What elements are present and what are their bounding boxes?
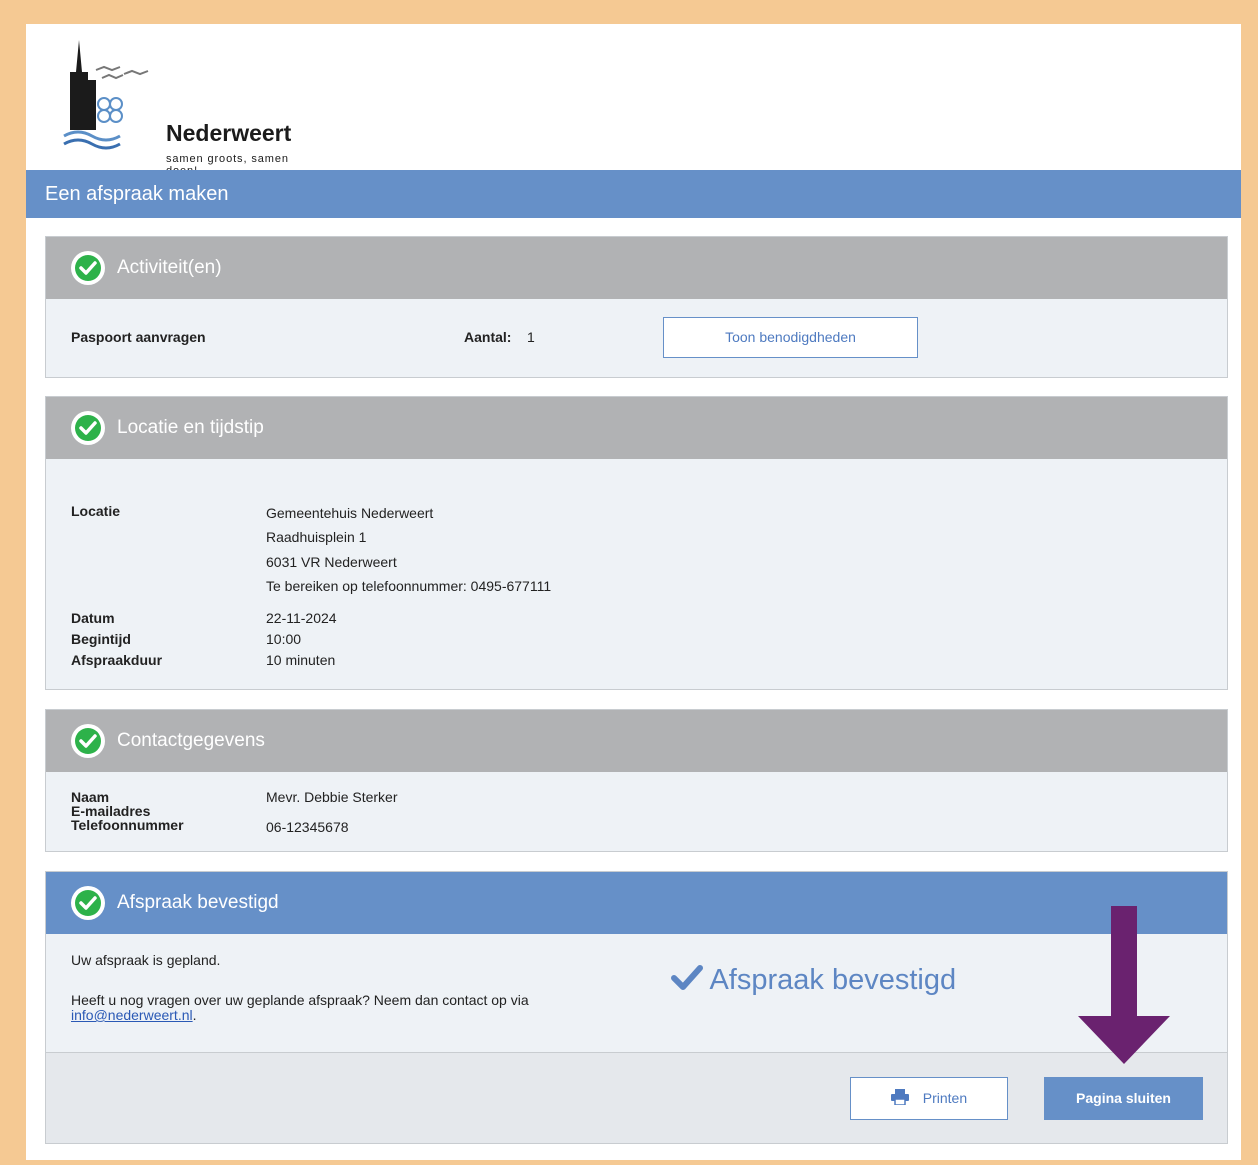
count-label: Aantal: [464,329,512,345]
contact-section: Contactgegevens Naam Mevr. Debbie Sterke… [45,709,1228,852]
confirmation-header: Afspraak bevestigd [46,872,1227,934]
arrow-down-icon [1078,906,1170,1064]
count-value: 1 [527,329,535,345]
activities-section: Activiteit(en) Paspoort aanvragen Aantal… [45,236,1228,378]
phone-label: Telefoonnummer [71,817,184,833]
check-circle-icon [71,724,105,758]
address-line: Te bereiken op telefoonnummer: 0495-6771… [266,578,552,594]
start-time-value: 10:00 [266,631,302,647]
nederweert-logo[interactable]: Nederweert samen groots, samen doen! [62,40,322,177]
printer-icon [890,1089,923,1106]
address-line: 6031 VR Nederweert [266,554,397,570]
question-text: Heeft u nog vragen over uw geplande afsp… [71,993,591,1023]
question-end: . [192,1007,197,1023]
location-title: Locatie en tijdstip [117,417,264,438]
logo-emblem-icon [63,40,149,150]
confirmation-section: Afspraak bevestigd Uw afspraak is geplan… [45,871,1228,1144]
duration-label: Afspraakduur [71,652,163,668]
contact-header[interactable]: Contactgegevens [46,710,1227,772]
activities-title: Activiteit(en) [117,257,222,278]
close-page-button[interactable]: Pagina sluiten [1044,1077,1203,1120]
page-title: Een afspraak maken [26,170,1241,218]
show-requirements-button[interactable]: Toon benodigdheden [663,317,918,358]
planned-text: Uw afspraak is gepland. [71,952,221,968]
email-link[interactable]: info@nederweert.nl [71,1007,193,1023]
phone-value: 06-12345678 [266,819,349,835]
print-button-label: Printen [922,1090,968,1106]
date-value: 22-11-2024 [266,610,337,626]
location-header[interactable]: Locatie en tijdstip [46,397,1227,459]
address-line: Gemeentehuis Nederweert [266,505,434,521]
action-footer: Printen Pagina sluiten [46,1052,1227,1143]
confirmed-status-text: Afspraak bevestigd [709,964,957,996]
check-circle-icon [71,411,105,445]
activities-header[interactable]: Activiteit(en) [46,237,1227,299]
logo-name: Nederweert [166,120,292,146]
check-circle-icon [71,886,105,920]
check-circle-icon [71,251,105,285]
address-line: Raadhuisplein 1 [266,529,367,545]
name-value: Mevr. Debbie Sterker [266,789,398,805]
location-section: Locatie en tijdstip Locatie Gemeentehuis… [45,396,1228,690]
duration-value: 10 minuten [266,652,336,668]
print-button[interactable]: Printen [850,1077,1008,1120]
date-label: Datum [71,610,115,626]
location-label: Locatie [71,503,121,519]
confirmed-status: Afspraak bevestigd [671,964,956,997]
question-sentence: Heeft u nog vragen over uw geplande afsp… [71,992,529,1008]
page-frame: Nederweert samen groots, samen doen! Een… [26,24,1241,1160]
start-time-label: Begintijd [71,631,131,647]
activity-name: Paspoort aanvragen [71,329,206,345]
contact-title: Contactgegevens [117,730,265,751]
checkmark-icon [671,964,709,996]
confirmation-title: Afspraak bevestigd [117,892,279,913]
